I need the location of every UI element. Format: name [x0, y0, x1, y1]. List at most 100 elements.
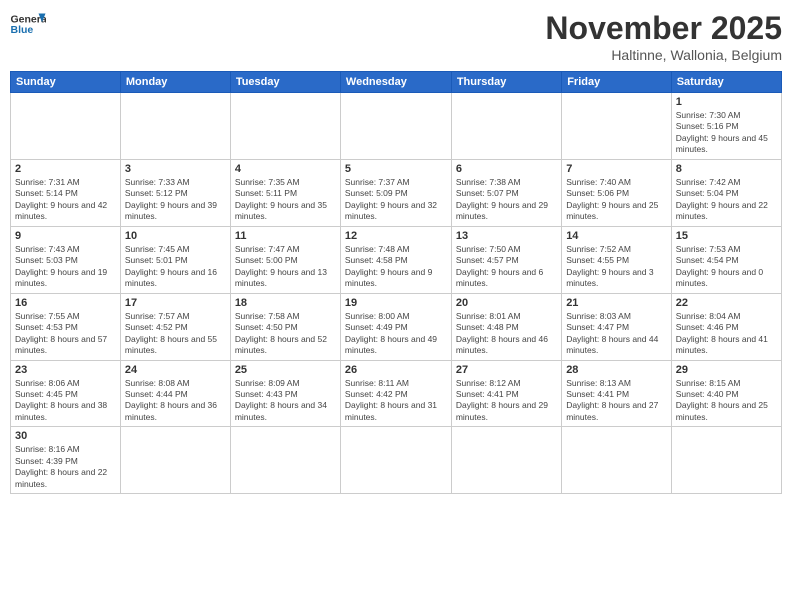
day-info: Sunrise: 7:48 AMSunset: 4:58 PMDaylight:… [345, 244, 447, 290]
table-row [562, 93, 672, 160]
day-info: Sunrise: 8:11 AMSunset: 4:42 PMDaylight:… [345, 378, 447, 424]
day-info: Sunrise: 7:30 AMSunset: 5:16 PMDaylight:… [676, 110, 777, 156]
table-row: 24Sunrise: 8:08 AMSunset: 4:44 PMDayligh… [120, 360, 230, 427]
day-info: Sunrise: 7:42 AMSunset: 5:04 PMDaylight:… [676, 177, 777, 223]
day-info: Sunrise: 7:35 AMSunset: 5:11 PMDaylight:… [235, 177, 336, 223]
day-number: 13 [456, 230, 557, 242]
table-row: 26 Sunrise: 8:11 AMSunset: 4:42 PMDayligh… [340, 360, 451, 427]
day-number: 4 [235, 163, 336, 175]
day-info: Sunrise: 7:50 AMSunset: 4:57 PMDaylight:… [456, 244, 557, 290]
svg-text:Blue: Blue [11, 24, 34, 36]
day-number: 11 [235, 230, 336, 242]
day-info: Sunrise: 7:53 AMSunset: 4:54 PMDaylight:… [676, 244, 777, 290]
day-info: Sunrise: 7:52 AMSunset: 4:55 PMDaylight:… [566, 244, 667, 290]
table-row: 27Sunrise: 8:12 AMSunset: 4:41 PMDayligh… [451, 360, 561, 427]
day-info: Sunrise: 7:45 AMSunset: 5:01 PMDaylight:… [125, 244, 226, 290]
day-number: 18 [235, 297, 336, 309]
table-row: 20Sunrise: 8:01 AMSunset: 4:48 PMDayligh… [451, 293, 561, 360]
col-sunday: Sunday [11, 72, 121, 93]
table-row [120, 427, 230, 494]
header: General Blue November 2025 Haltinne, Wal… [10, 10, 782, 63]
table-row: 5 Sunrise: 7:37 AMSunset: 5:09 PMDaylight… [340, 159, 451, 226]
table-row: 14 Sunrise: 7:52 AMSunset: 4:55 PMDayligh… [562, 226, 672, 293]
day-number: 8 [676, 163, 777, 175]
table-row [340, 93, 451, 160]
logo: General Blue [10, 10, 46, 38]
table-row: 1 Sunrise: 7:30 AMSunset: 5:16 PMDaylight… [671, 93, 781, 160]
day-number: 7 [566, 163, 667, 175]
table-row: 29 Sunrise: 8:15 AMSunset: 4:40 PMDayligh… [671, 360, 781, 427]
day-number: 14 [566, 230, 667, 242]
table-row: 11Sunrise: 7:47 AMSunset: 5:00 PMDayligh… [230, 226, 340, 293]
day-number: 5 [345, 163, 447, 175]
table-row [120, 93, 230, 160]
table-row: 7 Sunrise: 7:40 AMSunset: 5:06 PMDaylight… [562, 159, 672, 226]
day-info: Sunrise: 8:01 AMSunset: 4:48 PMDaylight:… [456, 311, 557, 357]
day-info: Sunrise: 8:13 AMSunset: 4:41 PMDaylight:… [566, 378, 667, 424]
table-row [671, 427, 781, 494]
day-info: Sunrise: 7:37 AMSunset: 5:09 PMDaylight:… [345, 177, 447, 223]
calendar-week-row: 1 Sunrise: 7:30 AMSunset: 5:16 PMDaylight… [11, 93, 782, 160]
title-block: November 2025 Haltinne, Wallonia, Belgiu… [545, 10, 782, 63]
calendar-week-row: 16Sunrise: 7:55 AMSunset: 4:53 PMDayligh… [11, 293, 782, 360]
calendar-table: Sunday Monday Tuesday Wednesday Thursday… [10, 71, 782, 494]
day-info: Sunrise: 8:08 AMSunset: 4:44 PMDaylight:… [125, 378, 226, 424]
day-number: 3 [125, 163, 226, 175]
day-number: 1 [676, 96, 777, 108]
day-number: 22 [676, 297, 777, 309]
day-number: 12 [345, 230, 447, 242]
calendar-week-row: 30 Sunrise: 8:16 AMSunset: 4:39 PMDayligh… [11, 427, 782, 494]
day-info: Sunrise: 8:06 AMSunset: 4:45 PMDaylight:… [15, 378, 116, 424]
day-info: Sunrise: 8:03 AMSunset: 4:47 PMDaylight:… [566, 311, 667, 357]
table-row [451, 93, 561, 160]
table-row: 10 Sunrise: 7:45 AMSunset: 5:01 PMDayligh… [120, 226, 230, 293]
table-row: 9Sunrise: 7:43 AMSunset: 5:03 PMDaylight… [11, 226, 121, 293]
day-info: Sunrise: 8:00 AMSunset: 4:49 PMDaylight:… [345, 311, 447, 357]
day-info: Sunrise: 8:16 AMSunset: 4:39 PMDaylight:… [15, 444, 116, 490]
table-row: 4 Sunrise: 7:35 AMSunset: 5:11 PMDaylight… [230, 159, 340, 226]
day-number: 10 [125, 230, 226, 242]
day-info: Sunrise: 7:57 AMSunset: 4:52 PMDaylight:… [125, 311, 226, 357]
table-row: 12 Sunrise: 7:48 AMSunset: 4:58 PMDayligh… [340, 226, 451, 293]
table-row: 2 Sunrise: 7:31 AMSunset: 5:14 PMDaylight… [11, 159, 121, 226]
calendar-page: General Blue November 2025 Haltinne, Wal… [0, 0, 792, 612]
day-info: Sunrise: 7:31 AMSunset: 5:14 PMDaylight:… [15, 177, 116, 223]
day-number: 21 [566, 297, 667, 309]
day-number: 28 [566, 364, 667, 376]
day-number: 15 [676, 230, 777, 242]
table-row [11, 93, 121, 160]
day-info: Sunrise: 8:15 AMSunset: 4:40 PMDaylight:… [676, 378, 777, 424]
day-number: 19 [345, 297, 447, 309]
table-row: 28 Sunrise: 8:13 AMSunset: 4:41 PMDayligh… [562, 360, 672, 427]
calendar-subtitle: Haltinne, Wallonia, Belgium [545, 47, 782, 63]
day-number: 30 [15, 430, 116, 442]
day-number: 26 [345, 364, 447, 376]
table-row: 19 Sunrise: 8:00 AMSunset: 4:49 PMDayligh… [340, 293, 451, 360]
table-row: 13 Sunrise: 7:50 AMSunset: 4:57 PMDayligh… [451, 226, 561, 293]
table-row: 30 Sunrise: 8:16 AMSunset: 4:39 PMDayligh… [11, 427, 121, 494]
table-row: 6Sunrise: 7:38 AMSunset: 5:07 PMDaylight… [451, 159, 561, 226]
day-number: 2 [15, 163, 116, 175]
day-info: Sunrise: 7:40 AMSunset: 5:06 PMDaylight:… [566, 177, 667, 223]
day-info: Sunrise: 7:33 AMSunset: 5:12 PMDaylight:… [125, 177, 226, 223]
col-friday: Friday [562, 72, 672, 93]
table-row: 17Sunrise: 7:57 AMSunset: 4:52 PMDayligh… [120, 293, 230, 360]
table-row: 3 Sunrise: 7:33 AMSunset: 5:12 PMDaylight… [120, 159, 230, 226]
day-number: 29 [676, 364, 777, 376]
logo-icon: General Blue [10, 10, 46, 38]
col-tuesday: Tuesday [230, 72, 340, 93]
calendar-week-row: 9Sunrise: 7:43 AMSunset: 5:03 PMDaylight… [11, 226, 782, 293]
table-row [230, 93, 340, 160]
table-row [451, 427, 561, 494]
table-row: 16Sunrise: 7:55 AMSunset: 4:53 PMDayligh… [11, 293, 121, 360]
calendar-header-row: Sunday Monday Tuesday Wednesday Thursday… [11, 72, 782, 93]
day-info: Sunrise: 7:43 AMSunset: 5:03 PMDaylight:… [15, 244, 116, 290]
table-row [562, 427, 672, 494]
table-row: 25Sunrise: 8:09 AMSunset: 4:43 PMDayligh… [230, 360, 340, 427]
day-info: Sunrise: 8:04 AMSunset: 4:46 PMDaylight:… [676, 311, 777, 357]
calendar-week-row: 23Sunrise: 8:06 AMSunset: 4:45 PMDayligh… [11, 360, 782, 427]
col-monday: Monday [120, 72, 230, 93]
col-thursday: Thursday [451, 72, 561, 93]
day-info: Sunrise: 7:38 AMSunset: 5:07 PMDaylight:… [456, 177, 557, 223]
table-row: 23Sunrise: 8:06 AMSunset: 4:45 PMDayligh… [11, 360, 121, 427]
